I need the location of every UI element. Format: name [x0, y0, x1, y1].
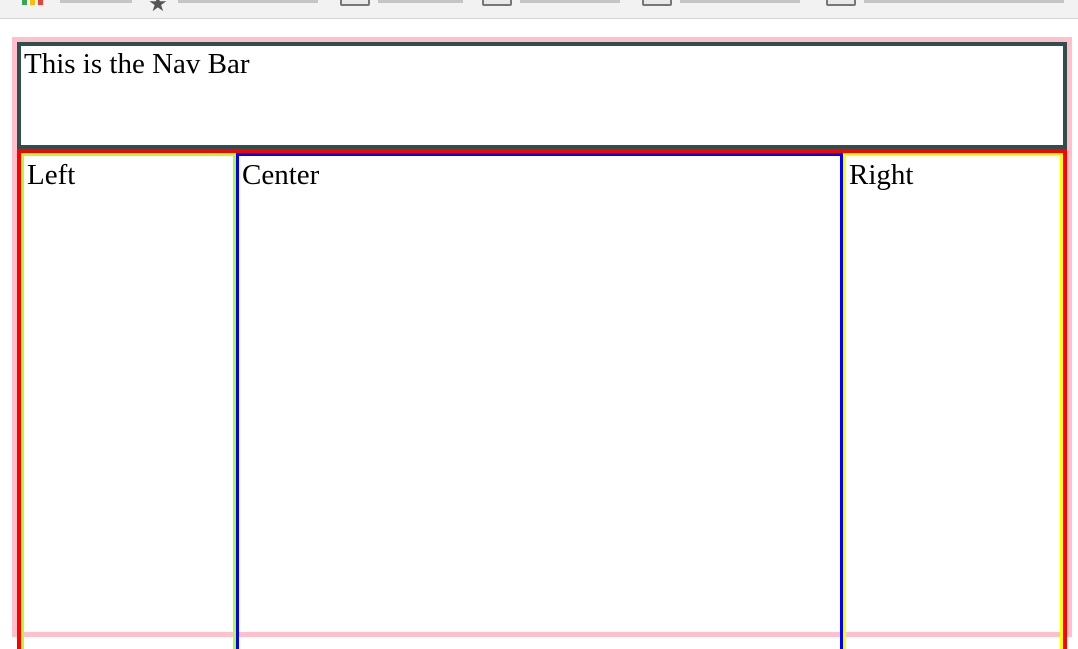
bookmark-folder-label[interactable]	[520, 0, 620, 3]
right-column: Right	[843, 153, 1063, 649]
bookmark-folder-label[interactable]	[378, 0, 463, 3]
nav-bar: This is the Nav Bar	[17, 42, 1067, 149]
bookmarks-bar: ★	[0, 0, 1078, 19]
folder-icon[interactable]	[826, 0, 856, 6]
center-column: Center	[236, 153, 843, 649]
left-column-label: Left	[27, 159, 76, 191]
left-column: Left	[21, 153, 236, 649]
folder-icon[interactable]	[642, 0, 672, 6]
page-wrapper: This is the Nav Bar Left Center Right	[12, 37, 1072, 649]
bookmark-folder-label[interactable]	[680, 0, 800, 3]
bookmark-label[interactable]	[178, 0, 318, 3]
apps-grid-icon[interactable]	[22, 0, 48, 6]
right-column-label: Right	[849, 159, 914, 191]
bookmark-label[interactable]	[60, 0, 132, 3]
star-icon[interactable]: ★	[148, 0, 168, 17]
folder-icon[interactable]	[482, 0, 512, 6]
nav-bar-text: This is the Nav Bar	[24, 48, 250, 80]
folder-icon[interactable]	[340, 0, 370, 6]
content-row: Left Center Right	[17, 149, 1067, 649]
bookmark-folder-label[interactable]	[864, 0, 1064, 3]
center-column-label: Center	[242, 159, 320, 191]
